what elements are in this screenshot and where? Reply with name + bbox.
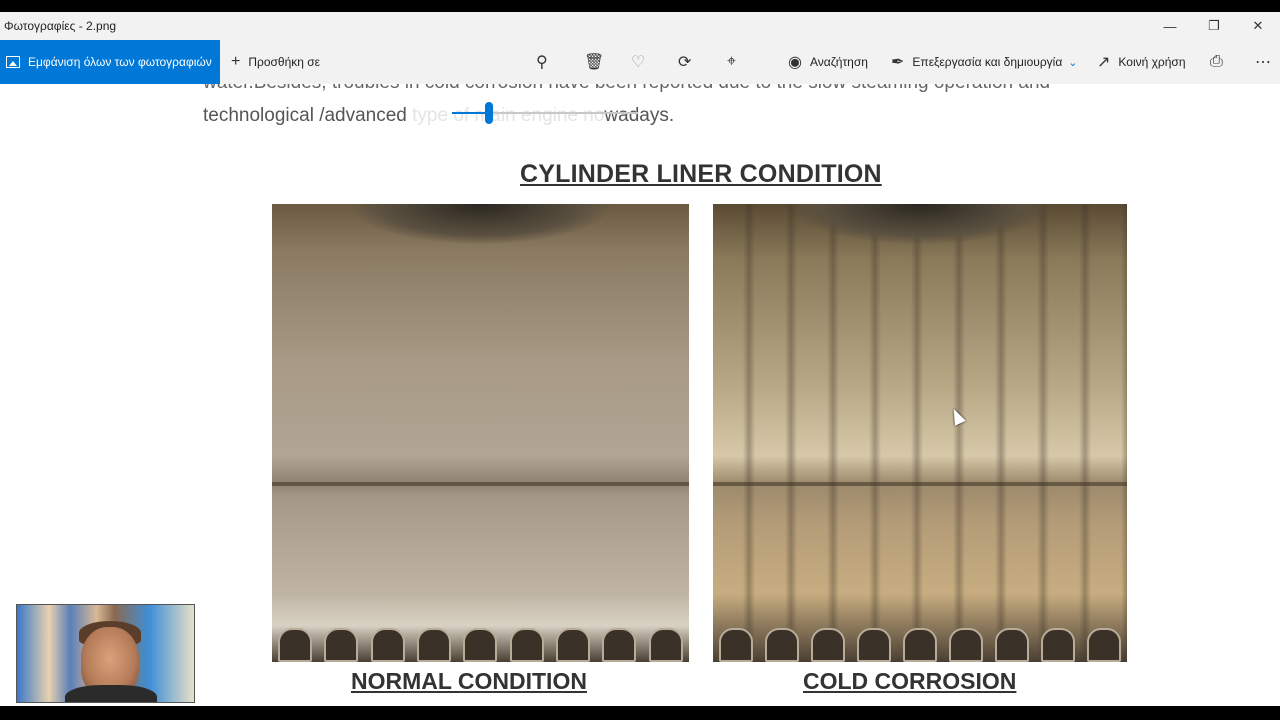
share-button[interactable]: ↗ Κοινή χρήση (1097, 40, 1186, 84)
scavenge-ports (713, 622, 1127, 662)
chevron-down-icon: ⌄ (1068, 56, 1078, 69)
search-icon: ◉ (788, 54, 802, 71)
photo-seam (713, 482, 1127, 486)
webcam-body (65, 685, 157, 702)
screen-top-border (0, 0, 1280, 12)
rotate-button[interactable]: ⟳ (678, 40, 691, 84)
all-photos-label: Εμφάνιση όλων των φωτογραφιών (28, 55, 212, 69)
close-icon[interactable]: ✕ (1236, 12, 1280, 40)
zoom-slider-thumb[interactable] (485, 102, 493, 124)
print-button[interactable]: ⎙ (1210, 40, 1223, 84)
restore-icon[interactable]: ❐ (1192, 12, 1236, 40)
more-icon: ⋯ (1255, 54, 1271, 71)
port (463, 628, 498, 662)
port (370, 628, 405, 662)
title-bar: Φωτογραφίες - 2.png — ❐ ✕ (0, 12, 1280, 40)
rotate-icon: ⟳ (678, 54, 692, 71)
port (765, 628, 799, 662)
cold-corrosion-photo (713, 204, 1127, 662)
liner-hub (790, 204, 1050, 244)
zoom-icon: ⚲ (536, 54, 548, 71)
page-heading: CYLINDER LINER CONDITION (520, 160, 882, 188)
port (857, 628, 891, 662)
window-title: Φωτογραφίες - 2.png (4, 19, 117, 33)
normal-condition-photo (272, 204, 689, 662)
document-text-line-2-start: technological /advanced (203, 105, 407, 126)
image-icon (6, 56, 20, 68)
document-text-line-2: technological /advanced type of main eng… (203, 105, 674, 127)
document-text-line-2-end: wadays. (604, 105, 675, 126)
port (811, 628, 845, 662)
port (324, 628, 359, 662)
port (949, 628, 983, 662)
port (648, 628, 683, 662)
minimize-icon[interactable]: — (1148, 12, 1192, 40)
document-text-line-2-hidden: type of main engine no (406, 105, 605, 126)
zoom-button[interactable]: ⚲ (536, 40, 548, 84)
port (556, 628, 591, 662)
caption-normal-condition: NORMAL CONDITION (351, 668, 587, 694)
search-button[interactable]: ◉ Αναζήτηση (788, 40, 868, 84)
liner-hub (350, 204, 611, 244)
zoom-slider[interactable] (452, 102, 638, 124)
screen-bottom-border (0, 706, 1280, 720)
toolbar: Εμφάνιση όλων των φωτογραφιών + Προσθήκη… (0, 40, 1280, 84)
port (995, 628, 1029, 662)
heart-icon: ♡ (631, 54, 646, 71)
share-icon: ↗ (1097, 54, 1111, 71)
webcam-overlay (16, 604, 195, 703)
edit-create-button[interactable]: ✒ Επεξεργασία και δημιουργία ⌄ (891, 40, 1077, 84)
port (417, 628, 452, 662)
trash-icon: 🗑 (584, 54, 605, 71)
port (903, 628, 937, 662)
print-icon: ⎙ (1210, 53, 1223, 70)
port (1041, 628, 1075, 662)
port (719, 628, 753, 662)
search-label: Αναζήτηση (809, 55, 868, 69)
document-text-line-1: water.Besides, troubles in cold corrosio… (203, 84, 1050, 94)
zoom-slider-fill (452, 112, 489, 114)
port (278, 628, 313, 662)
more-button[interactable]: ⋯ (1255, 40, 1271, 84)
edit-icon: ✒ (891, 54, 905, 71)
port (602, 628, 637, 662)
crop-button[interactable]: ⌖ (727, 40, 736, 84)
edit-create-label: Επεξεργασία και δημιουργία (912, 55, 1063, 69)
photo-seam (272, 482, 689, 486)
all-photos-button[interactable]: Εμφάνιση όλων των φωτογραφιών (0, 40, 220, 84)
add-to-button[interactable]: + Προσθήκη σε (231, 40, 320, 84)
share-label: Κοινή χρήση (1118, 55, 1186, 69)
port (1087, 628, 1121, 662)
favorite-button[interactable]: ♡ (631, 40, 645, 84)
add-to-label: Προσθήκη σε (248, 55, 321, 69)
port (509, 628, 544, 662)
caption-cold-corrosion: COLD CORROSION (803, 668, 1017, 694)
scavenge-ports (272, 622, 689, 662)
crop-icon: ⌖ (727, 53, 737, 70)
plus-icon: + (231, 53, 241, 70)
delete-button[interactable]: 🗑 (584, 40, 604, 84)
